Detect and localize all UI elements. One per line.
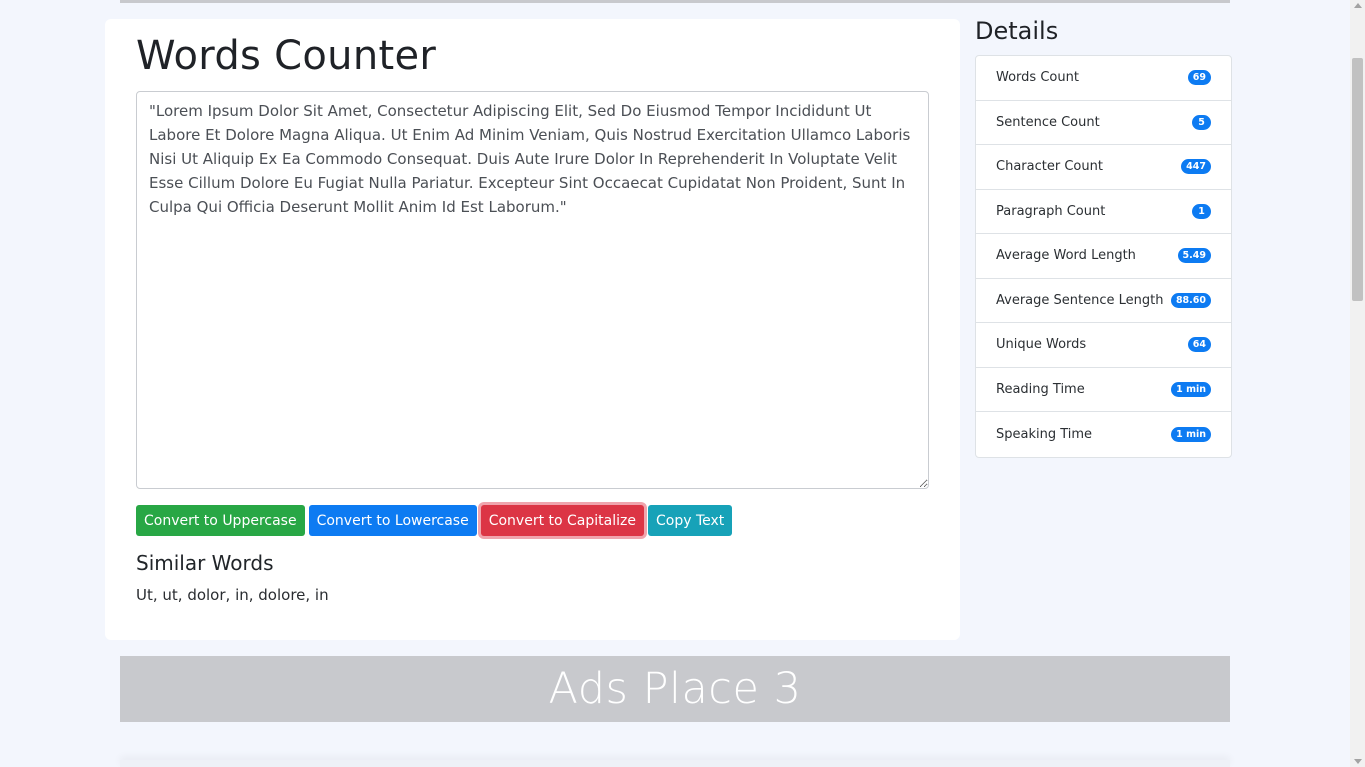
ads-label: Ads Place 3 <box>548 664 802 714</box>
detail-badge: 69 <box>1187 70 1211 86</box>
detail-badge: 88.60 <box>1170 292 1211 308</box>
convert-lowercase-button[interactable]: Convert to Lowercase <box>308 505 477 536</box>
detail-character-count: Character Count 447 <box>976 145 1231 190</box>
top-ad-strip <box>120 0 1230 3</box>
detail-sentence-count: Sentence Count 5 <box>976 101 1231 145</box>
detail-badge: 64 <box>1187 337 1211 353</box>
detail-label: Speaking Time <box>996 426 1093 442</box>
convert-uppercase-button[interactable]: Convert to Uppercase <box>136 505 305 536</box>
detail-reading-time: Reading Time 1 min <box>976 368 1231 412</box>
detail-words-count: Words Count 69 <box>976 56 1231 101</box>
detail-badge: 5.49 <box>1177 248 1211 264</box>
detail-label: Average Sentence Length <box>996 292 1164 308</box>
detail-unique-words: Unique Words 64 <box>976 323 1231 368</box>
detail-label: Average Word Length <box>996 248 1136 264</box>
detail-badge: 1 <box>1192 203 1211 219</box>
detail-badge: 1 min <box>1171 381 1211 397</box>
detail-paragraph-count: Paragraph Count 1 <box>976 190 1231 234</box>
text-input[interactable]: "Lorem Ipsum Dolor Sit Amet, Consectetur… <box>136 91 929 489</box>
details-list: Words Count 69 Sentence Count 5 Characte… <box>975 55 1232 458</box>
action-buttons: Convert to Uppercase Convert to Lowercas… <box>136 505 733 536</box>
convert-capitalize-button[interactable]: Convert to Capitalize <box>480 505 644 536</box>
ads-banner: Ads Place 3 <box>120 656 1230 722</box>
detail-label: Reading Time <box>996 381 1085 397</box>
scroll-down-arrow-icon[interactable] <box>1354 759 1362 764</box>
scroll-up-arrow-icon[interactable] <box>1354 3 1362 8</box>
page-title: Words Counter <box>136 33 437 79</box>
details-heading: Details <box>975 17 1059 45</box>
detail-label: Paragraph Count <box>996 203 1106 219</box>
detail-average-word-length: Average Word Length 5.49 <box>976 234 1231 279</box>
detail-badge: 447 <box>1181 159 1211 175</box>
detail-label: Unique Words <box>996 337 1087 353</box>
detail-speaking-time: Speaking Time 1 min <box>976 412 1231 457</box>
copy-text-button[interactable]: Copy Text <box>647 505 733 536</box>
scroll-thumb[interactable] <box>1352 58 1363 301</box>
detail-badge: 1 min <box>1171 426 1211 442</box>
detail-label: Words Count <box>996 70 1079 86</box>
similar-words-heading: Similar Words <box>136 551 274 575</box>
footer-edge <box>120 760 1230 767</box>
vertical-scrollbar[interactable] <box>1350 0 1365 767</box>
similar-words-list: Ut, ut, dolor, in, dolore, in <box>136 586 329 604</box>
detail-badge: 5 <box>1192 114 1211 130</box>
detail-label: Sentence Count <box>996 114 1100 130</box>
detail-label: Character Count <box>996 159 1103 175</box>
detail-average-sentence-length: Average Sentence Length 88.60 <box>976 279 1231 323</box>
